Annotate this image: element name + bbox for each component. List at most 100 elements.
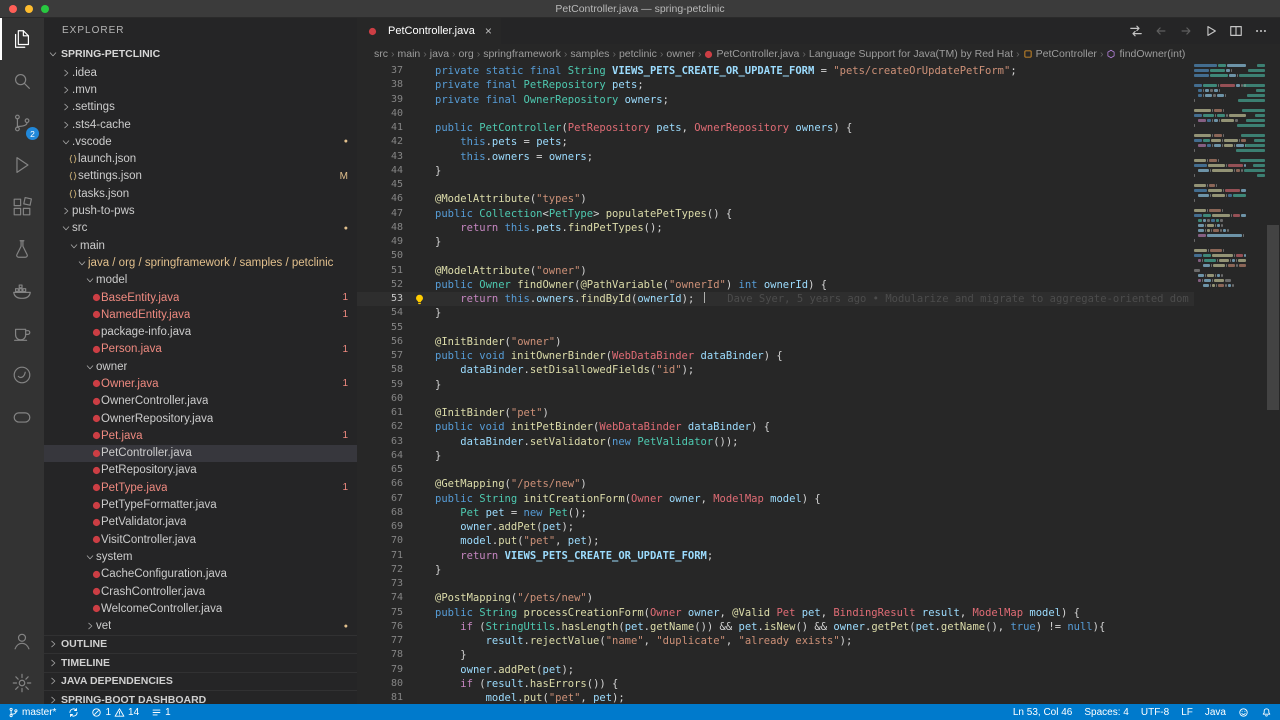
tab-petcontroller-java[interactable]: PetController.java × [357, 18, 501, 44]
status-sync[interactable] [68, 707, 79, 718]
code-line-43[interactable]: 43 this.owners = owners; [357, 150, 1194, 164]
code-line-57[interactable]: 57public void initOwnerBinder(WebDataBin… [357, 349, 1194, 363]
code-line-54[interactable]: 54} [357, 306, 1194, 320]
code-line-39[interactable]: 39private final OwnerRepository owners; [357, 93, 1194, 107]
status-tasks[interactable]: 1 [151, 707, 171, 718]
code-line-63[interactable]: 63 dataBinder.setValidator(new PetValida… [357, 435, 1194, 449]
tree-item-tasks-json[interactable]: tasks.json [44, 185, 357, 202]
code-line-67[interactable]: 67public String initCreationForm(Owner o… [357, 492, 1194, 506]
tree-item-pettypeformatter-java[interactable]: PetTypeFormatter.java [44, 496, 357, 513]
tree-item-java-org-springframework-samples-petclinic[interactable]: java / org / springframework / samples /… [44, 254, 357, 271]
tree-item--idea[interactable]: .idea [44, 64, 357, 81]
tree-item--sts4-cache[interactable]: .sts4-cache [44, 116, 357, 133]
breadcrumb-item-java[interactable]: java [430, 48, 449, 60]
more-actions-icon[interactable] [1254, 24, 1268, 38]
status-git-branch[interactable]: master* [8, 707, 56, 718]
code-line-60[interactable]: 60 [357, 392, 1194, 406]
code-line-74[interactable]: 74@PostMapping("/pets/new") [357, 591, 1194, 605]
code-line-55[interactable]: 55 [357, 321, 1194, 335]
tree-item-settings-json[interactable]: settings.jsonM [44, 168, 357, 185]
code-line-65[interactable]: 65 [357, 463, 1194, 477]
code-line-37[interactable]: 37private static final String VIEWS_PETS… [357, 64, 1194, 78]
status-feedback[interactable] [1238, 707, 1249, 718]
tree-item-namedentity-java[interactable]: NamedEntity.java1 [44, 306, 357, 323]
project-section-header[interactable]: SPRING-PETCLINIC [44, 44, 357, 64]
code-line-58[interactable]: 58 dataBinder.setDisallowedFields("id"); [357, 363, 1194, 377]
activity-gradle[interactable] [0, 396, 44, 438]
section-java-dependencies[interactable]: JAVA DEPENDENCIES [44, 672, 357, 690]
status-language-mode[interactable]: Java [1205, 707, 1226, 718]
breadcrumb-item-springframework[interactable]: springframework [483, 48, 561, 60]
code-line-47[interactable]: 47public Collection<PetType> populatePet… [357, 207, 1194, 221]
code-line-64[interactable]: 64} [357, 449, 1194, 463]
code-line-56[interactable]: 56@InitBinder("owner") [357, 335, 1194, 349]
status-problems[interactable]: 114 [91, 707, 139, 718]
code-line-61[interactable]: 61@InitBinder("pet") [357, 406, 1194, 420]
code-line-48[interactable]: 48 return this.pets.findPetTypes(); [357, 221, 1194, 235]
code-line-62[interactable]: 62public void initPetBinder(WebDataBinde… [357, 420, 1194, 434]
code-line-81[interactable]: 81 model.put("pet", pet); [357, 691, 1194, 704]
status-indentation[interactable]: Spaces: 4 [1084, 707, 1128, 718]
activity-source-control[interactable]: 2 [0, 102, 44, 144]
tree-item-main[interactable]: main [44, 237, 357, 254]
back-icon[interactable] [1154, 24, 1168, 38]
code-line-45[interactable]: 45 [357, 178, 1194, 192]
lightbulb-icon[interactable] [403, 292, 435, 306]
tree-item--vscode[interactable]: .vscode● [44, 133, 357, 150]
code-line-46[interactable]: 46@ModelAttribute("types") [357, 192, 1194, 206]
activity-search[interactable] [0, 60, 44, 102]
tree-item-person-java[interactable]: Person.java1 [44, 341, 357, 358]
activity-accounts[interactable] [0, 620, 44, 662]
tree-item--settings[interactable]: .settings [44, 99, 357, 116]
open-changes-icon[interactable] [1129, 24, 1143, 38]
code-line-40[interactable]: 40 [357, 107, 1194, 121]
breadcrumb-item-language-support-for-java-tm-by-red-hat[interactable]: Language Support for Java(TM) by Red Hat [809, 48, 1013, 60]
tree-item-petvalidator-java[interactable]: PetValidator.java [44, 514, 357, 531]
tree-item-baseentity-java[interactable]: BaseEntity.java1 [44, 289, 357, 306]
section-spring-boot-dashboard[interactable]: SPRING-BOOT DASHBOARD [44, 690, 357, 704]
code-line-78[interactable]: 78 } [357, 648, 1194, 662]
code-line-71[interactable]: 71 return VIEWS_PETS_CREATE_OR_UPDATE_FO… [357, 549, 1194, 563]
code-line-42[interactable]: 42 this.pets = pets; [357, 135, 1194, 149]
tree-item-push-to-pws[interactable]: push-to-pws [44, 202, 357, 219]
tree-item-cacheconfiguration-java[interactable]: CacheConfiguration.java [44, 566, 357, 583]
close-tab-icon[interactable]: × [485, 24, 492, 38]
tree-item-src[interactable]: src● [44, 220, 357, 237]
code-line-59[interactable]: 59} [357, 378, 1194, 392]
status-cursor-position[interactable]: Ln 53, Col 46 [1013, 707, 1073, 718]
split-editor-icon[interactable] [1229, 24, 1243, 38]
forward-icon[interactable] [1179, 24, 1193, 38]
tree-item-vet[interactable]: vet● [44, 618, 357, 635]
tree-item-ownercontroller-java[interactable]: OwnerController.java [44, 393, 357, 410]
breadcrumb-item-petclinic[interactable]: petclinic [619, 48, 657, 60]
breadcrumb-item-src[interactable]: src [374, 48, 388, 60]
code-line-49[interactable]: 49} [357, 235, 1194, 249]
code-line-73[interactable]: 73 [357, 577, 1194, 591]
tree-item-system[interactable]: system [44, 548, 357, 565]
run-icon[interactable] [1204, 24, 1218, 38]
activity-java-projects[interactable] [0, 312, 44, 354]
activity-explorer[interactable] [0, 18, 44, 60]
editor-scrollbar[interactable] [1266, 64, 1280, 704]
activity-settings[interactable] [0, 662, 44, 704]
tree-item-owner-java[interactable]: Owner.java1 [44, 375, 357, 392]
breadcrumb-item-owner[interactable]: owner [666, 48, 695, 60]
tree-item-pettype-java[interactable]: PetType.java1 [44, 479, 357, 496]
breadcrumb-item-samples[interactable]: samples [570, 48, 609, 60]
code-line-68[interactable]: 68 Pet pet = new Pet(); [357, 506, 1194, 520]
status-encoding[interactable]: UTF-8 [1141, 707, 1169, 718]
minimize-window-button[interactable] [25, 5, 33, 13]
tree-item-model[interactable]: model [44, 272, 357, 289]
zoom-window-button[interactable] [41, 5, 49, 13]
tree-item-petcontroller-java[interactable]: PetController.java [44, 445, 357, 462]
code-line-52[interactable]: 52public Owner findOwner(@PathVariable("… [357, 278, 1194, 292]
code-line-76[interactable]: 76 if (StringUtils.hasLength(pet.getName… [357, 620, 1194, 634]
code-line-77[interactable]: 77 result.rejectValue("name", "duplicate… [357, 634, 1194, 648]
activity-spring-boot[interactable] [0, 354, 44, 396]
tree-item-launch-json[interactable]: launch.json [44, 150, 357, 167]
section-timeline[interactable]: TIMELINE [44, 653, 357, 671]
code-line-38[interactable]: 38private final PetRepository pets; [357, 78, 1194, 92]
tree-item-petrepository-java[interactable]: PetRepository.java [44, 462, 357, 479]
tree-item-crashcontroller-java[interactable]: CrashController.java [44, 583, 357, 600]
tree-item--mvn[interactable]: .mvn [44, 81, 357, 98]
